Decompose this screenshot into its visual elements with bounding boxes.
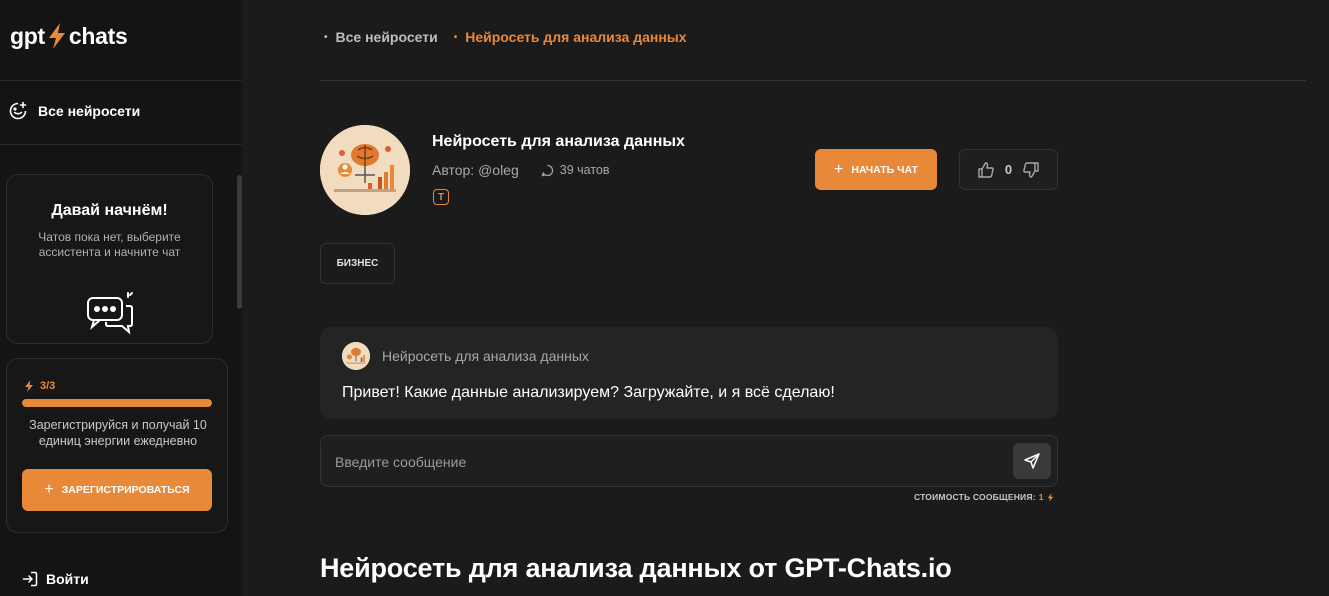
- message-avatar: [342, 342, 370, 370]
- breadcrumb-home[interactable]: • Все нейросети: [324, 29, 438, 45]
- message-sender: Нейросеть для анализа данных: [382, 348, 589, 364]
- lightning-icon: [25, 380, 33, 392]
- category-tag[interactable]: БИЗНЕС: [320, 243, 395, 284]
- start-chat-button[interactable]: + НАЧАТЬ ЧАТ: [815, 149, 937, 190]
- login-label: Войти: [46, 571, 89, 587]
- message-cost: СТОИМОСТЬ СООБЩЕНИЯ: 1: [914, 492, 1054, 502]
- message-text: Привет! Какие данные анализируем? Загруж…: [342, 384, 835, 401]
- sidebar-divider: [0, 144, 242, 145]
- message-input[interactable]: [335, 450, 995, 474]
- message-cost-value: 1: [1038, 492, 1044, 502]
- bot-chats-count: 39 чатов: [541, 163, 610, 177]
- vote-widget: 0: [959, 149, 1058, 190]
- register-button-label: ЗАРЕГИСТРИРОВАТЬСЯ: [61, 484, 190, 496]
- thumbs-up-icon[interactable]: [977, 161, 995, 179]
- bot-avatar: [320, 125, 410, 215]
- energy-progress-bar: [22, 399, 212, 407]
- message-cost-label: СТОИМОСТЬ СООБЩЕНИЯ:: [914, 492, 1036, 502]
- energy-card: 3/3 Зарегистрируйся и получай 10 единиц …: [6, 358, 228, 533]
- sparkle-chat-icon: [9, 101, 27, 120]
- energy-promo-text: Зарегистрируйся и получай 10 единиц энер…: [29, 418, 207, 448]
- plus-icon: +: [834, 160, 844, 178]
- breadcrumb-current: • Нейросеть для анализа данных: [454, 29, 687, 45]
- sidebar-item-label: Все нейросети: [38, 103, 141, 119]
- brain-analytics-illustration: [320, 125, 410, 215]
- energy-counter-value: 3/3: [40, 380, 56, 392]
- bot-meta: Автор: @oleg 39 чатов: [432, 162, 610, 178]
- brain-analytics-illustration: [342, 342, 370, 370]
- logo-text-right: chats: [68, 22, 128, 49]
- logo[interactable]: gpt chats: [10, 22, 128, 50]
- bot-title: Нейросеть для анализа данных: [432, 133, 685, 150]
- sidebar-item-all-networks[interactable]: Все нейросети: [8, 101, 140, 121]
- breadcrumb-current-label: Нейросеть для анализа данных: [465, 29, 687, 45]
- login-link[interactable]: Войти: [22, 571, 89, 587]
- login-icon: [22, 571, 38, 587]
- chats-count-label: 39 чатов: [559, 163, 610, 177]
- sidebar-divider: [0, 80, 242, 81]
- send-button[interactable]: [1013, 443, 1051, 479]
- bot-author[interactable]: Автор: @oleg: [432, 162, 519, 178]
- sidebar: gpt chats Все нейросети Давай начнём! Ча…: [0, 0, 242, 596]
- breadcrumb: • Все нейросети • Нейросеть для анализа …: [324, 29, 687, 45]
- chat-bubble-icon: [541, 164, 553, 177]
- vote-count: 0: [1004, 162, 1013, 177]
- empty-chats-title: Давай начнём!: [51, 202, 168, 219]
- start-chat-label: НАЧАТЬ ЧАТ: [851, 163, 918, 176]
- breadcrumb-home-label: Все нейросети: [335, 29, 438, 45]
- page-heading: Нейросеть для анализа данных от GPT-Chat…: [320, 553, 952, 583]
- logo-text-left: gpt: [10, 22, 45, 49]
- greeting-message: Нейросеть для анализа данных Привет! Как…: [320, 327, 1058, 419]
- plus-icon: +: [44, 481, 54, 498]
- chat-bubbles-icon: [86, 292, 133, 335]
- sidebar-scrollbar[interactable]: [237, 175, 242, 309]
- bullet-icon: •: [324, 31, 328, 43]
- send-icon: [1024, 453, 1040, 469]
- text-type-icon: T: [433, 189, 449, 205]
- empty-chats-card: Давай начнём! Чатов пока нет, выберите а…: [6, 174, 213, 344]
- header-divider: [320, 80, 1306, 81]
- empty-chats-text: Чатов пока нет, выберите ассистента и на…: [38, 230, 181, 259]
- energy-progress-fill: [22, 399, 212, 407]
- bullet-icon: •: [453, 31, 458, 43]
- lightning-icon: [1047, 492, 1053, 502]
- lightning-icon: [48, 23, 65, 49]
- energy-counter: 3/3: [24, 380, 55, 392]
- thumbs-down-icon[interactable]: [1022, 161, 1040, 179]
- register-button[interactable]: + ЗАРЕГИСТРИРОВАТЬСЯ: [22, 469, 212, 511]
- message-composer: [320, 435, 1058, 487]
